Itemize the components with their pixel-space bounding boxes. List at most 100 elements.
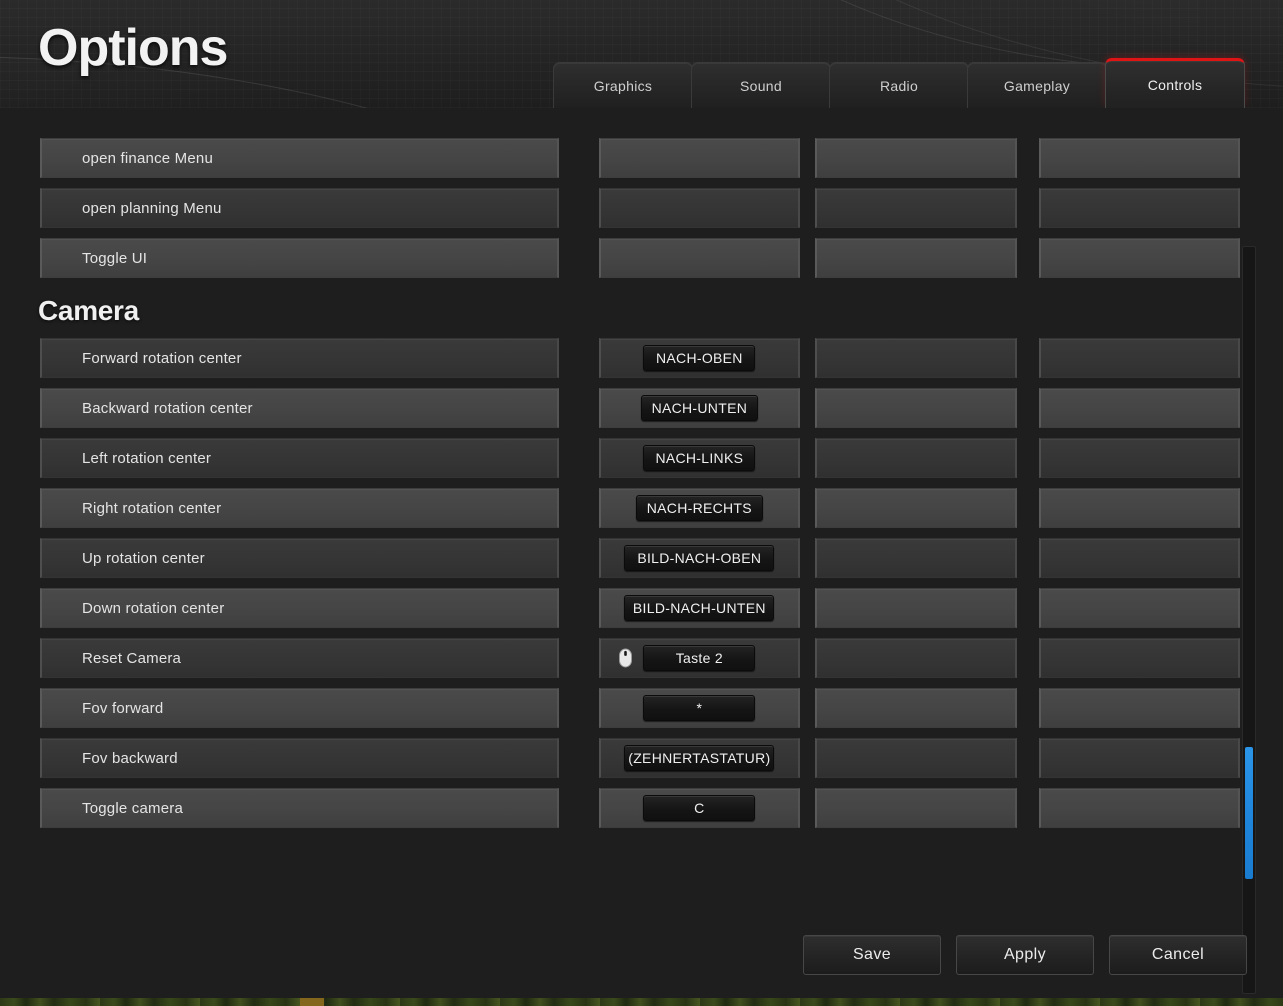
vertical-scrollbar[interactable]	[1242, 246, 1256, 994]
controls-list: open finance Menu open planning Menu Toggl…	[0, 138, 1240, 828]
action-name-cell: open planning Menu	[40, 188, 559, 228]
binding-row: Right rotation center NACH-RECHTS	[0, 488, 1240, 528]
binding-slot-3[interactable]	[1038, 638, 1240, 678]
key-chip[interactable]: NACH-RECHTS	[635, 495, 763, 521]
mouse-icon	[618, 648, 632, 668]
binding-slot-2[interactable]	[815, 338, 1017, 378]
binding-slot-3[interactable]	[1038, 338, 1240, 378]
binding-slot-3[interactable]	[1038, 438, 1240, 478]
binding-slot-2[interactable]	[815, 588, 1017, 628]
binding-slot-1[interactable]	[598, 188, 801, 228]
action-label: open planning Menu	[82, 199, 222, 217]
action-name-cell: Toggle camera	[40, 788, 559, 828]
binding-slot-2[interactable]	[815, 788, 1017, 828]
key-label: *	[696, 700, 703, 716]
button-label: Save	[852, 946, 892, 963]
binding-slot-3[interactable]	[1038, 488, 1240, 528]
section-heading-camera: Camera	[38, 295, 139, 326]
binding-slot-3[interactable]	[1038, 388, 1240, 428]
window-header: Options Graphics Sound Radio Gameplay Contro…	[0, 0, 1283, 108]
key-label: NACH-LINKS	[655, 450, 744, 466]
key-label: BILD-NACH-UNTEN	[632, 600, 766, 616]
key-chip[interactable]: NACH-OBEN	[643, 345, 756, 371]
binding-slot-1[interactable]: NACH-LINKS	[598, 438, 801, 478]
binding-slot-1[interactable]	[598, 238, 801, 278]
key-label: NACH-RECHTS	[646, 500, 752, 516]
binding-row: Up rotation center BILD-NACH-OBEN	[0, 538, 1240, 578]
page-title: Options	[38, 19, 228, 77]
action-label: open finance Menu	[82, 149, 213, 167]
binding-slot-3[interactable]	[1038, 738, 1240, 778]
binding-slot-2[interactable]	[815, 638, 1017, 678]
action-label: Toggle UI	[82, 249, 148, 267]
key-chip[interactable]: BILD-NACH-OBEN	[624, 545, 775, 571]
cancel-button[interactable]: Cancel	[1109, 935, 1247, 975]
binding-row: Forward rotation center NACH-OBEN	[0, 338, 1240, 378]
controls-list-viewport: open finance Menu open planning Menu Toggl…	[0, 138, 1240, 898]
key-chip[interactable]: (ZEHNERTASTATUR)	[624, 745, 775, 771]
binding-slot-3[interactable]	[1038, 788, 1240, 828]
options-screen: Options Graphics Sound Radio Gameplay Contro…	[0, 0, 1283, 1006]
binding-slot-1[interactable]: NACH-OBEN	[598, 338, 801, 378]
binding-slot-2[interactable]	[815, 538, 1017, 578]
action-label: Toggle camera	[82, 799, 183, 817]
tab-label: Radio	[879, 77, 919, 94]
tab-label: Controls	[1147, 76, 1203, 93]
binding-slot-1[interactable]: NACH-RECHTS	[598, 488, 801, 528]
binding-slot-1[interactable]: BILD-NACH-UNTEN	[598, 588, 801, 628]
scrollbar-thumb[interactable]	[1245, 747, 1253, 879]
tab-radio[interactable]: Radio	[829, 62, 969, 108]
binding-slot-1[interactable]: (ZEHNERTASTATUR)	[598, 738, 801, 778]
tab-graphics[interactable]: Graphics	[553, 62, 693, 108]
key-chip[interactable]: C	[643, 795, 756, 821]
button-label: Cancel	[1151, 946, 1205, 963]
binding-slot-1[interactable]: NACH-UNTEN	[598, 388, 801, 428]
binding-slot-2[interactable]	[815, 388, 1017, 428]
key-chip[interactable]: NACH-LINKS	[643, 445, 756, 471]
binding-slot-3[interactable]	[1038, 138, 1240, 178]
action-name-cell: Fov backward	[40, 738, 559, 778]
binding-slot-3[interactable]	[1038, 688, 1240, 728]
options-body: open finance Menu open planning Menu Toggl…	[0, 108, 1283, 998]
binding-slot-2[interactable]	[815, 488, 1017, 528]
action-label: Down rotation center	[82, 599, 225, 617]
binding-slot-3[interactable]	[1038, 238, 1240, 278]
binding-slot-3[interactable]	[1038, 538, 1240, 578]
binding-slot-1[interactable]: C	[598, 788, 801, 828]
binding-slot-1[interactable]: *	[598, 688, 801, 728]
key-chip[interactable]: NACH-UNTEN	[640, 395, 759, 421]
binding-slot-1[interactable]: Taste 2	[598, 638, 801, 678]
binding-slot-2[interactable]	[815, 138, 1017, 178]
save-button[interactable]: Save	[803, 935, 941, 975]
binding-slot-2[interactable]	[815, 238, 1017, 278]
binding-slot-2[interactable]	[815, 738, 1017, 778]
binding-row: Backward rotation center NACH-UNTEN	[0, 388, 1240, 428]
key-label: NACH-OBEN	[655, 350, 743, 366]
key-chip[interactable]: BILD-NACH-UNTEN	[624, 595, 775, 621]
binding-slot-3[interactable]	[1038, 588, 1240, 628]
action-name-cell: Fov forward	[40, 688, 559, 728]
binding-row: Toggle camera C	[0, 788, 1240, 828]
tab-controls[interactable]: Controls	[1105, 58, 1245, 108]
tab-sound[interactable]: Sound	[691, 62, 831, 108]
key-label: Taste 2	[675, 650, 723, 666]
binding-slot-2[interactable]	[815, 438, 1017, 478]
binding-slot-2[interactable]	[815, 188, 1017, 228]
tab-gameplay[interactable]: Gameplay	[967, 62, 1107, 108]
key-label: NACH-UNTEN	[651, 400, 748, 416]
binding-row: Toggle UI	[0, 238, 1240, 278]
binding-slot-1[interactable]	[598, 138, 801, 178]
key-chip[interactable]: Taste 2	[643, 645, 756, 671]
action-label: Right rotation center	[82, 499, 222, 517]
tab-label: Graphics	[593, 77, 653, 94]
apply-button[interactable]: Apply	[956, 935, 1094, 975]
action-label: Up rotation center	[82, 549, 205, 567]
action-label: Fov backward	[82, 749, 178, 767]
binding-slot-2[interactable]	[815, 688, 1017, 728]
key-chip[interactable]: *	[643, 695, 756, 721]
binding-slot-1[interactable]: BILD-NACH-OBEN	[598, 538, 801, 578]
binding-slot-3[interactable]	[1038, 188, 1240, 228]
key-label: (ZEHNERTASTATUR)	[628, 750, 771, 766]
action-name-cell: Toggle UI	[40, 238, 559, 278]
options-window: Options Graphics Sound Radio Gameplay Contro…	[0, 0, 1283, 998]
